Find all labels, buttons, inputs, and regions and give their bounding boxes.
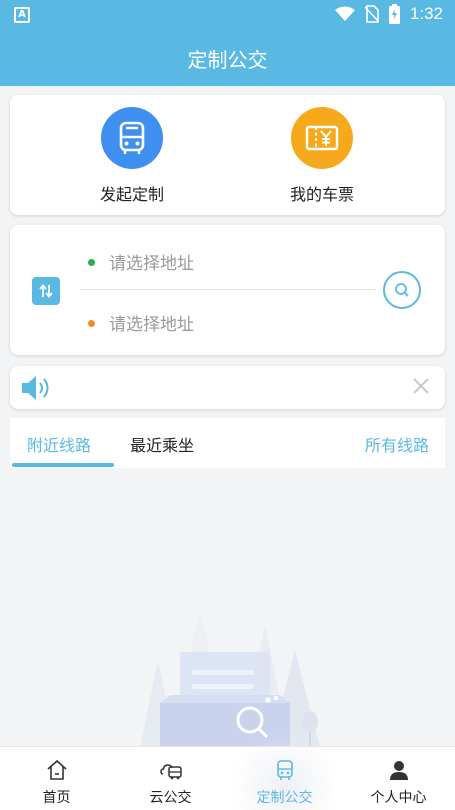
status-time: 1:32 — [409, 4, 443, 23]
nav-custom-bus[interactable]: 定制公交 — [228, 733, 341, 810]
person-icon — [390, 761, 408, 780]
address-divider — [80, 289, 376, 290]
custom-bus-icon — [277, 760, 293, 780]
nav-home-label: 首页 — [42, 790, 71, 806]
destination-address-field[interactable]: 请选择地址 — [88, 310, 378, 335]
search-icon — [395, 283, 409, 297]
close-icon[interactable] — [411, 376, 431, 396]
nav-profile-label: 个人中心 — [370, 790, 427, 806]
origin-placeholder: 请选择地址 — [109, 254, 194, 274]
route-search-card: 请选择地址 请选择地址 — [10, 225, 445, 355]
status-bar: A 1:32 — [0, 0, 455, 30]
status-icons: 1:32 — [334, 4, 443, 24]
notice-bar — [10, 366, 445, 409]
origin-dot-icon — [88, 258, 95, 266]
bus-icon — [101, 107, 163, 169]
empty-state-illustration — [140, 610, 320, 748]
start-custom-label: 发起定制 — [99, 185, 164, 204]
destination-placeholder: 请选择地址 — [109, 315, 194, 335]
nav-home[interactable]: 首页 — [0, 747, 113, 810]
my-tickets-label: 我的车票 — [289, 185, 354, 204]
search-route-button[interactable] — [383, 271, 421, 309]
nav-cloud-bus[interactable]: 云公交 — [114, 747, 227, 810]
speaker-icon — [22, 376, 49, 400]
tab-recent-rides[interactable]: 最近乘坐 — [130, 432, 194, 456]
quick-actions-card: 发起定制 我的车票 — [10, 95, 445, 215]
start-custom-button[interactable]: 发起定制 — [72, 107, 192, 205]
wifi-icon — [334, 6, 355, 21]
no-sim-icon — [364, 5, 379, 23]
tab-nearby-routes[interactable]: 附近线路 — [27, 432, 91, 456]
ticket-icon — [291, 107, 353, 169]
bottom-navigation: 首页 云公交 定制公交 个人中心 — [0, 733, 455, 810]
origin-address-field[interactable]: 请选择地址 — [88, 249, 378, 274]
destination-dot-icon — [88, 319, 95, 327]
battery-charging-icon — [388, 4, 400, 24]
swap-icon — [39, 284, 53, 298]
nav-cloud-bus-label: 云公交 — [149, 790, 192, 806]
top-bar: A 1:32 定制公交 — [0, 0, 455, 86]
active-tab-indicator — [12, 463, 114, 467]
swap-direction-button[interactable] — [32, 277, 60, 305]
app-badge-icon: A — [14, 7, 30, 23]
page-title: 定制公交 — [187, 48, 268, 72]
nav-custom-bus-label: 定制公交 — [256, 790, 313, 806]
home-icon — [47, 759, 67, 780]
my-tickets-button[interactable]: 我的车票 — [262, 107, 382, 205]
all-routes-link[interactable]: 所有线路 — [365, 432, 429, 456]
cloud-bus-icon — [160, 764, 182, 780]
nav-profile[interactable]: 个人中心 — [342, 747, 455, 810]
route-tabs: 附近线路 最近乘坐 所有线路 — [10, 418, 445, 468]
